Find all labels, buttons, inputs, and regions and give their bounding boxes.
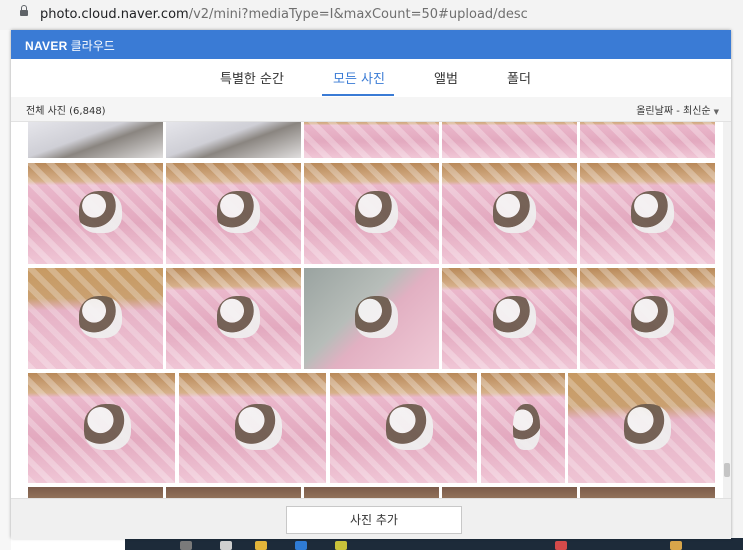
photo-thumbnail[interactable] <box>304 163 439 264</box>
photo-image <box>166 122 301 158</box>
photo-picker-dialog: NAVER 클라우드 특별한 순간 모든 사진 앨범 폴더 전체 사진 (6,84… <box>11 30 731 539</box>
kitten-shape <box>355 296 398 338</box>
photo-image <box>304 122 439 158</box>
tab-special-moments[interactable]: 특별한 순간 <box>220 68 284 87</box>
kitten-shape <box>513 404 540 450</box>
kitten-shape <box>217 191 260 233</box>
photo-count: 전체 사진 (6,848) <box>26 106 106 117</box>
kitten-shape <box>493 191 536 233</box>
naver-logo-text: NAVER <box>25 39 68 53</box>
tab-bar: 특별한 순간 모든 사진 앨범 폴더 <box>11 59 731 98</box>
photo-thumbnail[interactable] <box>481 373 565 483</box>
background-page-right <box>731 30 743 550</box>
chevron-down-icon: ▼ <box>713 108 719 116</box>
kitten-shape <box>235 404 282 450</box>
photo-thumbnail[interactable] <box>304 268 439 369</box>
photo-thumbnail[interactable] <box>580 487 715 498</box>
kitten-shape <box>79 296 122 338</box>
photo-thumbnail[interactable] <box>304 487 439 498</box>
photo-thumbnail[interactable] <box>166 122 301 158</box>
photo-thumbnail[interactable] <box>28 163 163 264</box>
kitten-shape <box>631 191 674 233</box>
photo-thumbnail[interactable] <box>28 373 175 483</box>
url-path: /v2/mini?mediaType=I&maxCount=50#upload/… <box>188 7 528 22</box>
url-domain: photo.cloud.naver.com <box>40 7 189 22</box>
scrollbar-thumb[interactable] <box>724 463 730 477</box>
photo-thumbnail[interactable] <box>442 487 577 498</box>
active-tab-indicator <box>322 94 394 96</box>
photo-info-bar: 전체 사진 (6,848) 올린날짜 - 최신순 ▼ <box>11 97 731 122</box>
photo-thumbnail[interactable] <box>330 373 477 483</box>
photo-thumbnail[interactable] <box>179 373 326 483</box>
photo-thumbnail[interactable] <box>442 122 577 158</box>
kitten-shape <box>386 404 433 450</box>
dialog-header: NAVER 클라우드 <box>11 30 731 59</box>
photo-image <box>304 487 439 498</box>
kitten-shape <box>217 296 260 338</box>
photo-image <box>28 122 163 158</box>
tab-folders[interactable]: 폴더 <box>507 68 531 87</box>
kitten-shape <box>84 404 131 450</box>
photo-image <box>442 122 577 158</box>
lock-icon <box>20 5 28 16</box>
photo-image <box>580 122 715 158</box>
background-page-left <box>0 30 11 550</box>
photo-thumbnail[interactable] <box>28 122 163 158</box>
photo-image <box>28 487 163 498</box>
add-photo-button[interactable]: 사진 추가 <box>286 506 462 534</box>
photo-grid <box>11 122 723 498</box>
kitten-shape <box>79 191 122 233</box>
photo-thumbnail[interactable] <box>166 268 301 369</box>
sort-dropdown[interactable]: 올린날짜 - 최신순 ▼ <box>636 102 719 117</box>
photo-thumbnail[interactable] <box>580 268 715 369</box>
kitten-shape <box>493 296 536 338</box>
scrollbar[interactable] <box>723 122 731 498</box>
tab-all-photos[interactable]: 모든 사진 <box>333 68 385 87</box>
browser-address-bar[interactable]: photo.cloud.naver.com/v2/mini?mediaType=… <box>0 0 743 31</box>
photo-image <box>580 487 715 498</box>
photo-thumbnail[interactable] <box>166 487 301 498</box>
dialog-footer: 사진 추가 <box>11 498 731 539</box>
photo-thumbnail[interactable] <box>568 373 715 483</box>
photo-image <box>442 487 577 498</box>
photo-image <box>166 487 301 498</box>
photo-thumbnail[interactable] <box>304 122 439 158</box>
photo-thumbnail[interactable] <box>28 268 163 369</box>
sort-label: 올린날짜 - 최신순 <box>636 106 711 117</box>
photo-thumbnail[interactable] <box>580 163 715 264</box>
kitten-shape <box>355 191 398 233</box>
kitten-shape <box>631 296 674 338</box>
photo-thumbnail[interactable] <box>442 163 577 264</box>
kitten-shape <box>624 404 671 450</box>
brand-logo: NAVER 클라우드 <box>25 37 115 54</box>
cloud-title: 클라우드 <box>70 39 115 53</box>
tab-albums[interactable]: 앨범 <box>434 68 458 87</box>
os-taskbar <box>125 538 743 550</box>
photo-thumbnail[interactable] <box>166 163 301 264</box>
photo-thumbnail[interactable] <box>442 268 577 369</box>
url-text[interactable]: photo.cloud.naver.com/v2/mini?mediaType=… <box>40 7 528 22</box>
photo-thumbnail[interactable] <box>580 122 715 158</box>
photo-thumbnail[interactable] <box>28 487 163 498</box>
